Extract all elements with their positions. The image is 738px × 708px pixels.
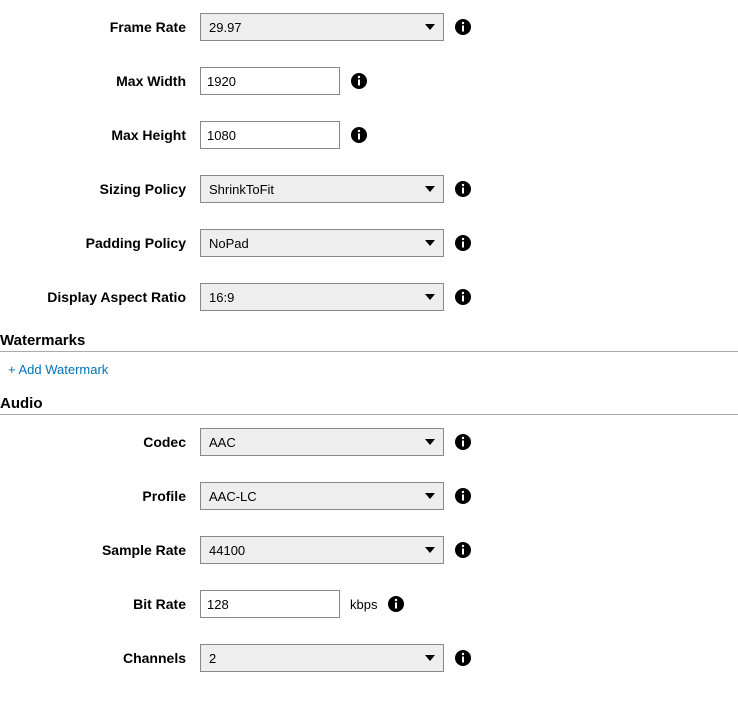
- frame-rate-select[interactable]: 29.97: [200, 13, 444, 41]
- watermarks-header: Watermarks: [0, 328, 738, 352]
- info-icon[interactable]: [454, 288, 472, 306]
- max-width-input[interactable]: [200, 67, 340, 95]
- audio-codec-field: AAC: [200, 428, 472, 456]
- frame-rate-label: Frame Rate: [0, 19, 200, 35]
- info-icon[interactable]: [454, 487, 472, 505]
- frame-rate-row: Frame Rate 29.97: [0, 0, 738, 54]
- max-width-label: Max Width: [0, 73, 200, 89]
- max-width-field: [200, 67, 368, 95]
- audio-channels-label: Channels: [0, 650, 200, 666]
- max-width-row: Max Width: [0, 54, 738, 108]
- audio-channels-select[interactable]: 2: [200, 644, 444, 672]
- audio-profile-select[interactable]: AAC-LC: [200, 482, 444, 510]
- display-aspect-ratio-field: 16:9: [200, 283, 472, 311]
- audio-bit-rate-label: Bit Rate: [0, 596, 200, 612]
- audio-codec-label: Codec: [0, 434, 200, 450]
- info-icon[interactable]: [454, 234, 472, 252]
- info-icon[interactable]: [387, 595, 405, 613]
- audio-header: Audio: [0, 391, 738, 415]
- audio-sample-rate-field: 44100: [200, 536, 472, 564]
- padding-policy-row: Padding Policy NoPad: [0, 216, 738, 270]
- sizing-policy-row: Sizing Policy ShrinkToFit: [0, 162, 738, 216]
- audio-profile-field: AAC-LC: [200, 482, 472, 510]
- display-aspect-ratio-select[interactable]: 16:9: [200, 283, 444, 311]
- max-height-input[interactable]: [200, 121, 340, 149]
- sizing-policy-select[interactable]: ShrinkToFit: [200, 175, 444, 203]
- bit-rate-unit: kbps: [350, 597, 377, 612]
- add-watermark-link[interactable]: + Add Watermark: [0, 352, 738, 387]
- info-icon[interactable]: [350, 126, 368, 144]
- audio-sample-rate-select[interactable]: 44100: [200, 536, 444, 564]
- audio-codec-row: Codec AAC: [0, 415, 738, 469]
- display-aspect-ratio-row: Display Aspect Ratio 16:9: [0, 270, 738, 324]
- padding-policy-select[interactable]: NoPad: [200, 229, 444, 257]
- audio-bit-rate-field: kbps: [200, 590, 405, 618]
- audio-channels-field: 2: [200, 644, 472, 672]
- padding-policy-label: Padding Policy: [0, 235, 200, 251]
- audio-bit-rate-input[interactable]: [200, 590, 340, 618]
- max-height-field: [200, 121, 368, 149]
- audio-bit-rate-row: Bit Rate kbps: [0, 577, 738, 631]
- audio-channels-row: Channels 2: [0, 631, 738, 685]
- audio-sample-rate-row: Sample Rate 44100: [0, 523, 738, 577]
- max-height-row: Max Height: [0, 108, 738, 162]
- audio-profile-label: Profile: [0, 488, 200, 504]
- sizing-policy-label: Sizing Policy: [0, 181, 200, 197]
- max-height-label: Max Height: [0, 127, 200, 143]
- info-icon[interactable]: [454, 180, 472, 198]
- info-icon[interactable]: [454, 18, 472, 36]
- audio-codec-select[interactable]: AAC: [200, 428, 444, 456]
- info-icon[interactable]: [454, 649, 472, 667]
- audio-sample-rate-label: Sample Rate: [0, 542, 200, 558]
- frame-rate-field: 29.97: [200, 13, 472, 41]
- padding-policy-field: NoPad: [200, 229, 472, 257]
- sizing-policy-field: ShrinkToFit: [200, 175, 472, 203]
- display-aspect-ratio-label: Display Aspect Ratio: [0, 289, 200, 305]
- info-icon[interactable]: [350, 72, 368, 90]
- audio-profile-row: Profile AAC-LC: [0, 469, 738, 523]
- info-icon[interactable]: [454, 433, 472, 451]
- info-icon[interactable]: [454, 541, 472, 559]
